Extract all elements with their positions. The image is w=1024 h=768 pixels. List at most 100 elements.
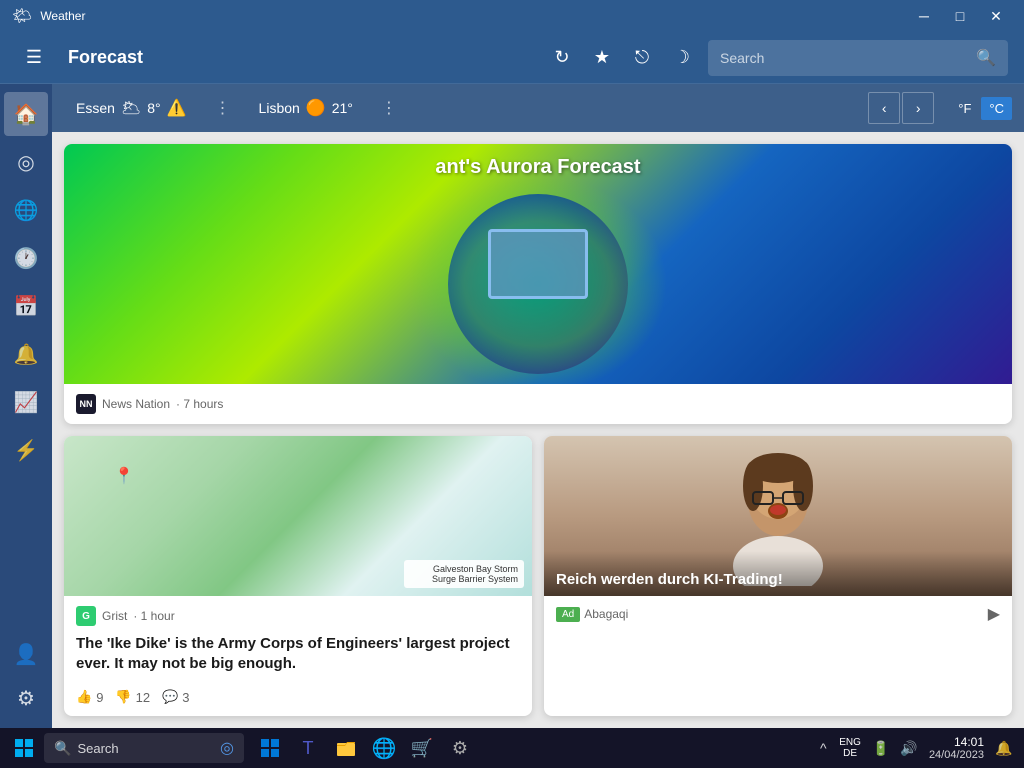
night-mode-button[interactable]: ☽: [664, 40, 700, 76]
sidebar-item-news[interactable]: ◎: [4, 140, 48, 184]
lisbon-label: Lisbon: [259, 100, 300, 116]
lisbon-weather-icon: 🟠: [306, 98, 326, 118]
search-box[interactable]: 🔍: [708, 40, 1008, 76]
search-input[interactable]: [720, 50, 976, 66]
sidebar-item-settings[interactable]: ⚙: [4, 676, 48, 720]
aurora-card-title[interactable]: Northern lights could be visible in US S…: [64, 414, 1012, 424]
essen-more-button[interactable]: ⋮: [207, 94, 239, 122]
toolbar-icons: ↻ ★ ⎋ ☽: [544, 40, 700, 76]
taskbar-search-text: Search: [77, 741, 118, 756]
ike-source-name: Grist: [102, 609, 127, 623]
notification-icon[interactable]: 🔔: [992, 736, 1016, 760]
ad-play-button[interactable]: ▶: [988, 604, 1000, 624]
thumbs-up-icon: 👍: [76, 689, 92, 705]
taskbar-app-teams[interactable]: T: [290, 730, 326, 766]
title-bar-controls: ─ □ ✕: [908, 0, 1012, 32]
essen-temp: 8°: [147, 100, 160, 116]
sidebar: 🏠 ◎ 🌐 🕐 📅 🔔 📈 ⚡ 👤 ⚙: [0, 84, 52, 728]
ad-footer: Ad Abagaqi ▶: [544, 596, 1012, 632]
ike-dike-actions: 👍 9 👎 12 💬 3: [64, 681, 532, 716]
language-code: ENG: [839, 737, 861, 748]
refresh-button[interactable]: ↻: [544, 40, 580, 76]
celsius-button[interactable]: °C: [981, 97, 1012, 120]
ike-dike-news-card: 📍 Galveston Bay Storm Surge Barrier Syst…: [64, 436, 532, 716]
nav-forward-button[interactable]: ›: [902, 92, 934, 124]
aurora-source-time: · 7 hours: [176, 397, 223, 411]
ad-source-info: Ad Abagaqi: [556, 607, 628, 622]
minimize-button[interactable]: ─: [908, 0, 940, 32]
sidebar-item-charts[interactable]: 📈: [4, 380, 48, 424]
system-tray: ^ ENG DE 🔋 🔊: [811, 736, 921, 760]
battery-icon[interactable]: 🔋: [869, 736, 893, 760]
close-button[interactable]: ✕: [980, 0, 1012, 32]
app-title: Weather: [40, 9, 85, 23]
newsnation-icon: NN: [76, 394, 96, 414]
taskbar-search-icon: 🔍: [54, 740, 71, 757]
sidebar-item-radar[interactable]: ⚡: [4, 428, 48, 472]
taskbar: 🔍 Search ◎ T 🌐 🛒 ⚙ ^ ENG: [0, 728, 1024, 768]
grist-icon: G: [76, 606, 96, 626]
taskbar-search[interactable]: 🔍 Search ◎: [44, 733, 244, 763]
taskbar-app-files[interactable]: [328, 730, 364, 766]
lisbon-more-button[interactable]: ⋮: [373, 94, 405, 122]
ike-comment-button[interactable]: 💬 3: [162, 689, 189, 705]
location-essen[interactable]: Essen 🌥 8° ⚠️: [64, 92, 199, 124]
files-icon: [336, 739, 356, 757]
taskbar-app-store2[interactable]: 🛒: [404, 730, 440, 766]
cortana-icon: ◎: [220, 738, 234, 758]
ike-dislike-button[interactable]: 👎 12: [115, 689, 150, 705]
start-button[interactable]: [8, 732, 40, 764]
sidebar-item-calendar[interactable]: 📅: [4, 284, 48, 328]
aurora-background: ant's Aurora Forecast: [64, 144, 1012, 384]
volume-icon[interactable]: 🔊: [897, 736, 921, 760]
location-lisbon[interactable]: Lisbon 🟠 21°: [247, 92, 365, 124]
ad-title-text: Reich werden durch KI-Trading!: [556, 571, 1000, 588]
ike-dislikes: 12: [136, 690, 150, 705]
taskbar-right: ^ ENG DE 🔋 🔊 14:01 24/04/2023 🔔: [811, 735, 1016, 761]
ad-card-image: Reich werden durch KI-Trading!: [544, 436, 1012, 596]
taskbar-app-edge[interactable]: 🌐: [366, 730, 402, 766]
ike-dike-title[interactable]: The 'Ike Dike' is the Army Corps of Engi…: [64, 626, 532, 681]
map-marker-icon: 📍: [114, 466, 134, 486]
sidebar-item-account[interactable]: 👤: [4, 632, 48, 676]
location-bar: Essen 🌥 8° ⚠️ ⋮ Lisbon 🟠 21° ⋮ ‹ › °F °C: [52, 84, 1024, 132]
system-clock[interactable]: 14:01 24/04/2023: [929, 735, 984, 761]
ike-like-button[interactable]: 👍 9: [76, 689, 103, 705]
sidebar-item-alerts[interactable]: 🔔: [4, 332, 48, 376]
hamburger-menu-button[interactable]: ☰: [16, 40, 52, 76]
ad-source-name: Abagaqi: [584, 607, 628, 621]
map-background: 📍 Galveston Bay Storm Surge Barrier Syst…: [64, 436, 532, 596]
essen-weather-icon: 🌥: [121, 98, 141, 118]
aurora-overlay-badge: [488, 229, 588, 299]
nav-arrows: ‹ ›: [868, 92, 934, 124]
news-feed: ant's Aurora Forecast NN News Nation · 7…: [52, 132, 1024, 728]
sidebar-item-home[interactable]: 🏠: [4, 92, 48, 136]
store-icon: [260, 738, 280, 758]
ad-trading-card: Reich werden durch KI-Trading! Ad Abagaq…: [544, 436, 1012, 716]
ike-dike-card-image: 📍 Galveston Bay Storm Surge Barrier Syst…: [64, 436, 532, 596]
maximize-button[interactable]: □: [944, 0, 976, 32]
ad-badge: Ad: [556, 607, 580, 622]
taskbar-app-settings[interactable]: ⚙: [442, 730, 478, 766]
ike-comments: 3: [182, 690, 189, 705]
fahrenheit-button[interactable]: °F: [950, 97, 979, 120]
share-button[interactable]: ⎋: [624, 40, 660, 76]
language-display: ENG DE: [839, 737, 861, 759]
nav-back-button[interactable]: ‹: [868, 92, 900, 124]
sidebar-item-hourly[interactable]: 🕐: [4, 236, 48, 280]
taskbar-apps: T 🌐 🛒 ⚙: [252, 730, 478, 766]
sidebar-bottom: 👤 ⚙: [4, 632, 48, 720]
sidebar-item-maps[interactable]: 🌐: [4, 188, 48, 232]
taskbar-app-store[interactable]: [252, 730, 288, 766]
clock-time: 14:01: [929, 735, 984, 749]
lisbon-temp: 21°: [332, 100, 353, 116]
ike-likes: 9: [96, 690, 103, 705]
windows-logo-icon: [14, 738, 34, 758]
favorites-button[interactable]: ★: [584, 40, 620, 76]
map-overlay-label: Galveston Bay Storm Surge Barrier System: [404, 560, 524, 588]
content-area: Essen 🌥 8° ⚠️ ⋮ Lisbon 🟠 21° ⋮ ‹ › °F °C: [52, 84, 1024, 728]
main-layout: 🏠 ◎ 🌐 🕐 📅 🔔 📈 ⚡ 👤 ⚙ Essen 🌥 8° ⚠️ ⋮ Lisb…: [0, 84, 1024, 728]
page-title: Forecast: [68, 47, 536, 68]
app-toolbar: ☰ Forecast ↻ ★ ⎋ ☽ 🔍: [0, 32, 1024, 84]
tray-chevron[interactable]: ^: [811, 736, 835, 760]
